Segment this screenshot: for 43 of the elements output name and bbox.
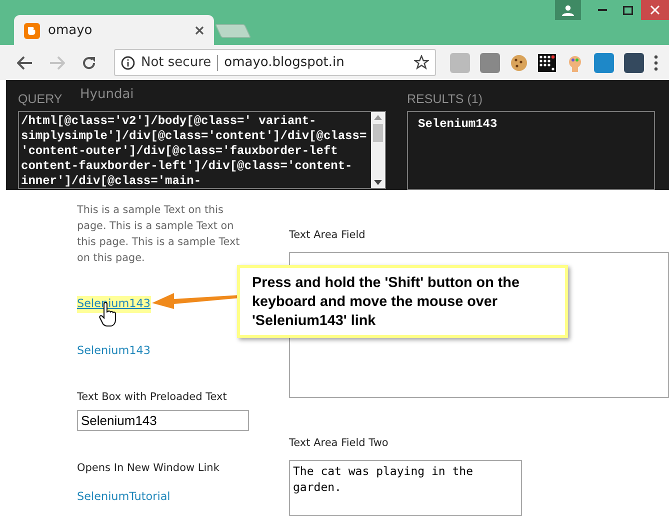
- result-item[interactable]: Selenium143: [418, 114, 644, 133]
- text-input[interactable]: Selenium143: [77, 410, 249, 432]
- scrollbar[interactable]: [371, 112, 385, 188]
- text-area[interactable]: The cat was playing in the garden.: [289, 460, 522, 516]
- info-icon: [121, 56, 135, 70]
- callout-note: Press and hold the 'Shift' button on the keyboard and move the mouse over 'Selenium143' link: [237, 265, 568, 338]
- cookie-icon[interactable]: [510, 54, 528, 72]
- menu-icon[interactable]: [654, 54, 658, 70]
- blogger-icon: [24, 22, 40, 38]
- security-label: Not secure: [141, 54, 212, 72]
- extension-icon[interactable]: [594, 52, 614, 72]
- close-icon: [650, 5, 660, 15]
- results-label: RESULTS (1): [407, 91, 482, 108]
- paragraph-text: This is a sample Text on this page. This is a sample Text on this page. This is a sample Text on this page.: [77, 203, 241, 266]
- forward-arrow-icon: [49, 56, 65, 70]
- address-bar[interactable]: Not secure omayo.blogspot.in: [114, 49, 436, 76]
- scroll-down-icon[interactable]: [374, 180, 382, 185]
- link[interactable]: Selenium143: [77, 342, 151, 360]
- extension-icon[interactable]: [624, 52, 644, 72]
- maximize-icon: [623, 6, 633, 14]
- minimize-icon: [598, 9, 606, 11]
- back-arrow-icon: [17, 56, 33, 70]
- list-item: Hyundai: [80, 88, 134, 102]
- link[interactable]: Selenium143: [77, 296, 151, 313]
- grid-icon[interactable]: [538, 54, 556, 72]
- tab-title: omayo: [48, 22, 92, 40]
- field-label: Opens In New Window Link: [77, 461, 220, 476]
- profile-button[interactable]: [555, 0, 581, 20]
- url-text: omayo.blogspot.in: [224, 54, 344, 72]
- scroll-thumb[interactable]: [373, 124, 383, 142]
- star-icon[interactable]: [414, 55, 429, 70]
- close-window-button[interactable]: [641, 0, 669, 20]
- field-label: Text Box with Preloaded Text: [77, 390, 228, 405]
- field-label: Text Area Field Two: [289, 436, 390, 452]
- person-icon: [562, 4, 574, 16]
- query-label: QUERY: [18, 91, 62, 108]
- link[interactable]: SeleniumTutorial: [77, 489, 170, 506]
- close-icon[interactable]: [195, 26, 204, 35]
- head-icon[interactable]: [566, 54, 584, 72]
- field-label: Text Area Field: [289, 228, 366, 243]
- browser-tab[interactable]: omayo: [14, 15, 214, 46]
- reload-icon: [81, 54, 97, 70]
- query-field[interactable]: /html[@class='v2']/body[@class=' variant- simplysimple']/div[@class='content']/div[@class= 'content-outer']/div[@class='fauxborder-left content-fauxborder-left']/div[@class='content- inner']/div[@class='main-: [18, 110, 386, 189]
